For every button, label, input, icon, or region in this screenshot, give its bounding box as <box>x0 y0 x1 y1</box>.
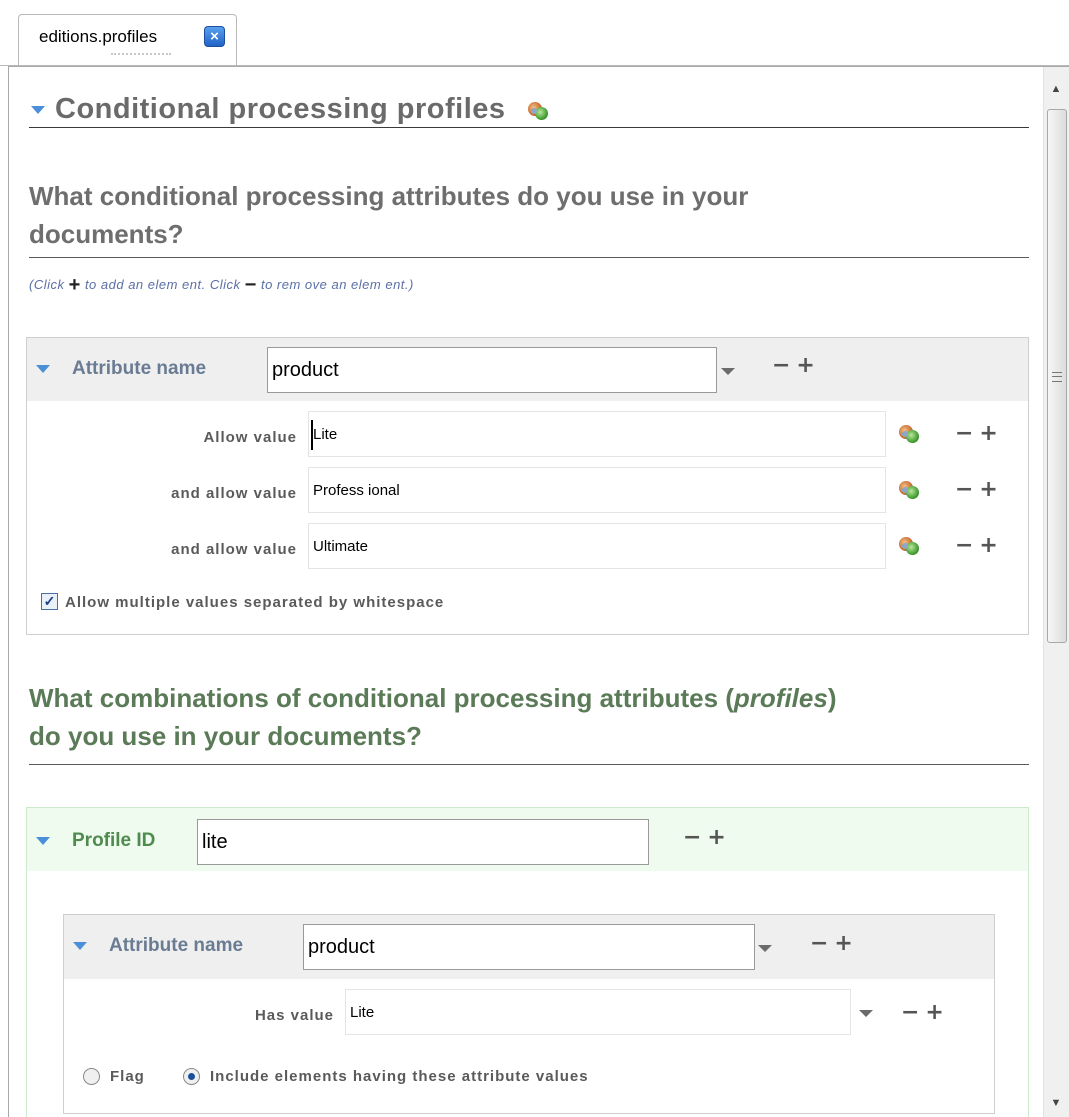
allow-value-field[interactable]: Profess ional <box>308 467 886 513</box>
divider <box>29 764 1029 765</box>
gear-icon[interactable] <box>899 537 919 555</box>
multi-values-label: Allow multiple values separated by white… <box>65 594 445 611</box>
remove-add-buttons[interactable]: −+ <box>810 931 859 956</box>
attribute-block: Attribute name product −+ Allow value Li… <box>26 337 1029 635</box>
divider <box>29 257 1029 258</box>
gear-icon[interactable] <box>899 481 919 499</box>
profiles-question: What combinations of conditional process… <box>29 683 837 751</box>
attribute-name-combo[interactable]: product <box>303 924 755 970</box>
profile-id-label: Profile ID <box>72 830 156 851</box>
radio-flag[interactable] <box>83 1068 100 1085</box>
minus-icon: − <box>244 274 257 296</box>
allow-value-label: and allow value <box>171 485 297 502</box>
tab-grip[interactable] <box>111 53 171 57</box>
chevron-down-icon[interactable] <box>859 1010 873 1017</box>
divider <box>29 127 1029 128</box>
profile-block: Profile ID lite −+ Attribute name produc… <box>26 807 1029 1117</box>
profile-block-header: Profile ID lite −+ <box>27 808 1028 871</box>
has-value-combo[interactable]: Lite <box>345 989 851 1035</box>
collapse-triangle-icon[interactable] <box>36 837 50 845</box>
tab-editions-profiles[interactable]: editions.profiles × <box>18 14 237 66</box>
allow-value-label: and allow value <box>171 541 297 558</box>
chevron-down-icon[interactable] <box>721 368 735 375</box>
remove-add-buttons[interactable]: −+ <box>955 421 1004 446</box>
tab-label: editions.profiles <box>39 27 158 46</box>
attribute-name-label: Attribute name <box>109 935 244 956</box>
allow-value-field[interactable]: Ultimate <box>308 523 886 569</box>
scroll-thumb[interactable] <box>1047 109 1067 643</box>
collapse-triangle-icon[interactable] <box>73 942 87 950</box>
attribute-name-combo[interactable]: product <box>267 347 717 393</box>
vertical-scrollbar[interactable]: ▲ ▼ <box>1043 67 1069 1117</box>
radio-include[interactable] <box>183 1068 200 1085</box>
editor-frame: Conditional processing profiles What con… <box>8 66 1069 1117</box>
attributes-question: What conditional processing attributes d… <box>29 181 749 249</box>
remove-add-buttons[interactable]: −+ <box>772 353 821 378</box>
gear-icon[interactable] <box>528 102 549 120</box>
collapse-triangle-icon[interactable] <box>36 365 50 373</box>
radio-flag-label: Flag <box>110 1068 145 1085</box>
scroll-up-arrow-icon[interactable]: ▲ <box>1047 81 1065 97</box>
remove-add-buttons[interactable]: −+ <box>955 533 1004 558</box>
chevron-down-icon[interactable] <box>758 945 772 952</box>
editor-content: Conditional processing profiles What con… <box>9 67 1043 1117</box>
hint-text: (Click + to add an elem ent. Click − to … <box>29 274 414 296</box>
profile-attribute-header: Attribute name product −+ <box>64 915 994 979</box>
plus-icon: + <box>68 274 81 296</box>
multi-values-checkbox[interactable]: ✓ <box>41 593 58 610</box>
attribute-block-header: Attribute name product −+ <box>27 338 1028 401</box>
radio-include-label: Include elements having these attribute … <box>210 1068 589 1085</box>
tab-strip: editions.profiles × <box>0 0 1069 66</box>
profile-id-input[interactable]: lite <box>197 819 649 865</box>
has-value-label: Has value <box>254 1007 334 1024</box>
remove-add-buttons[interactable]: −+ <box>683 825 732 850</box>
scroll-down-arrow-icon[interactable]: ▼ <box>1047 1095 1065 1111</box>
allow-value-label: Allow value <box>203 429 297 446</box>
scroll-grip-icon <box>1052 372 1062 382</box>
collapse-triangle-icon[interactable] <box>31 106 45 115</box>
section-title[interactable]: Conditional processing profiles <box>31 93 549 126</box>
gear-icon[interactable] <box>899 425 919 443</box>
allow-value-field[interactable]: Lite <box>308 411 886 457</box>
profile-attribute-block: Attribute name product −+ Has value Lite… <box>63 914 995 1114</box>
section-title-text: Conditional processing profiles <box>55 93 506 125</box>
attribute-name-label: Attribute name <box>72 358 207 379</box>
close-icon[interactable]: × <box>204 26 225 47</box>
remove-add-buttons[interactable]: −+ <box>955 477 1004 502</box>
remove-add-buttons[interactable]: −+ <box>901 1000 950 1025</box>
